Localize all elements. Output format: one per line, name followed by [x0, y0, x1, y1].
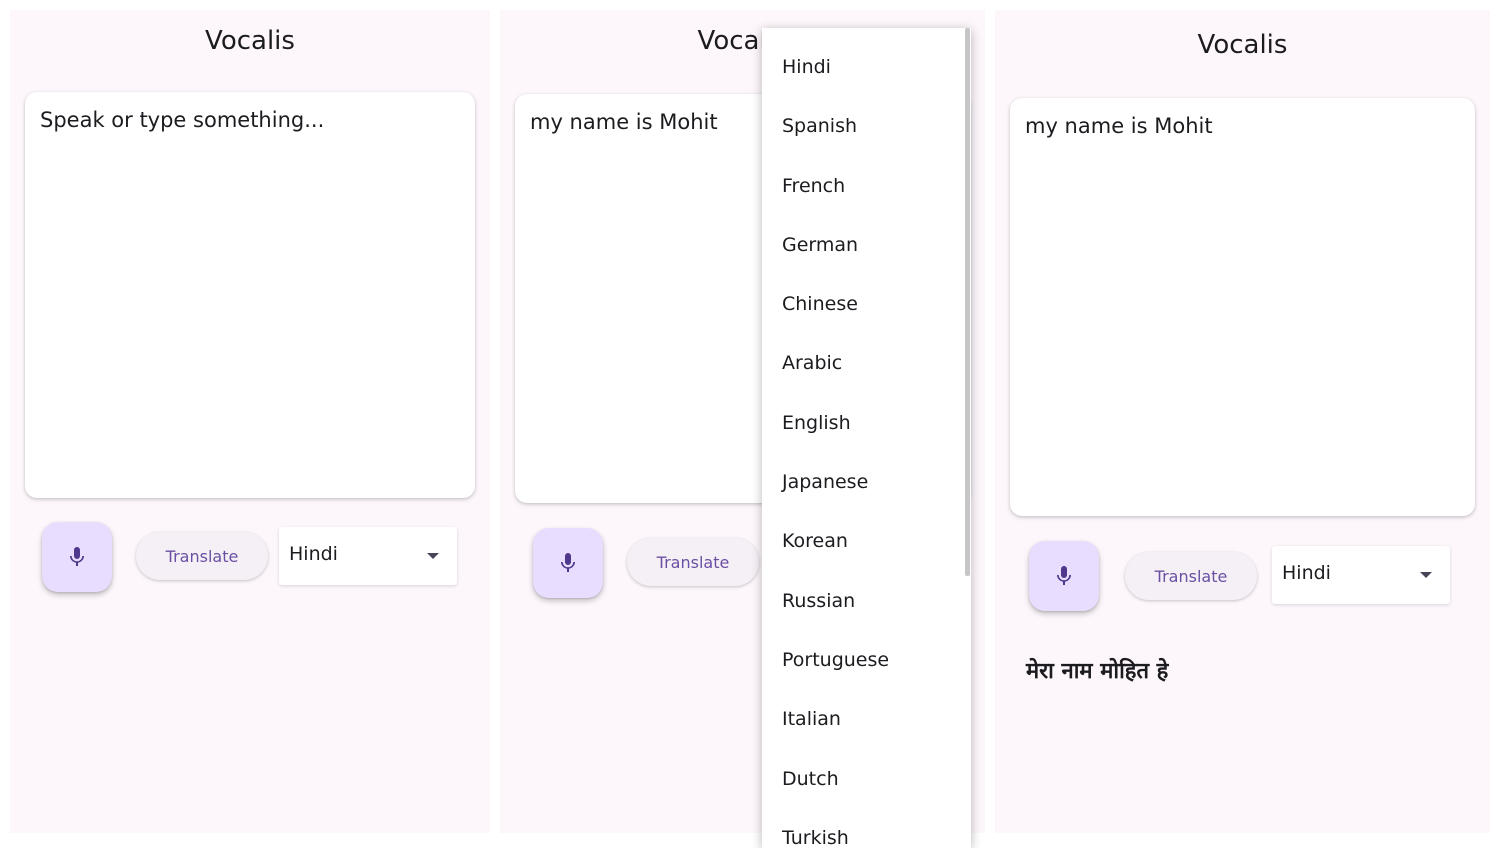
mic-button[interactable] — [1029, 541, 1099, 611]
language-option[interactable]: Dutch — [782, 767, 839, 791]
language-option[interactable]: Japanese — [782, 470, 868, 494]
language-option[interactable]: Arabic — [782, 351, 842, 375]
language-option[interactable]: Chinese — [782, 292, 858, 316]
language-option[interactable]: Hindi — [782, 55, 831, 79]
text-input-value: my name is Mohit — [1025, 114, 1213, 138]
language-option[interactable]: Russian — [782, 589, 855, 613]
text-input-value: my name is Mohit — [530, 110, 718, 134]
app-title: Vocalis — [1197, 30, 1288, 60]
language-option[interactable]: Italian — [782, 707, 841, 731]
mic-icon — [1057, 566, 1071, 585]
screen-3: Vocalis my name is Mohit Translate Hindi… — [995, 10, 1490, 833]
language-dropdown[interactable]: Hindi — [279, 527, 457, 585]
mic-button[interactable] — [533, 528, 603, 598]
mic-button[interactable] — [42, 522, 112, 592]
mic-icon — [70, 547, 84, 566]
app-title: Vocalis — [205, 26, 295, 56]
language-option[interactable]: Portuguese — [782, 648, 889, 672]
screen-1: Vocalis Speak or type something... Trans… — [10, 10, 490, 833]
language-selected: Hindi — [289, 543, 338, 565]
translate-button[interactable]: Translate — [136, 532, 268, 580]
arrow-drop-down-icon — [427, 553, 439, 559]
language-option[interactable]: French — [782, 174, 845, 198]
mic-icon — [561, 553, 575, 572]
language-dropdown[interactable]: Hindi — [1272, 546, 1450, 604]
translation-result: मेरा नाम मोहित हे — [1026, 659, 1169, 684]
language-selected: Hindi — [1282, 562, 1331, 584]
menu-scrollbar[interactable] — [965, 28, 970, 576]
language-option[interactable]: Turkish — [782, 826, 849, 848]
language-option[interactable]: English — [782, 411, 851, 435]
language-option[interactable]: German — [782, 233, 858, 257]
arrow-drop-down-icon — [1420, 572, 1432, 578]
language-dropdown-menu[interactable]: Hindi Spanish French German Chinese Arab… — [762, 28, 971, 848]
translate-button[interactable]: Translate — [1125, 552, 1257, 600]
text-input[interactable]: Speak or type something... — [25, 92, 475, 498]
language-option[interactable]: Spanish — [782, 114, 857, 138]
translate-button[interactable]: Translate — [627, 538, 759, 586]
text-input-placeholder: Speak or type something... — [40, 108, 325, 132]
text-input[interactable]: my name is Mohit — [1010, 98, 1475, 516]
language-option[interactable]: Korean — [782, 529, 848, 553]
